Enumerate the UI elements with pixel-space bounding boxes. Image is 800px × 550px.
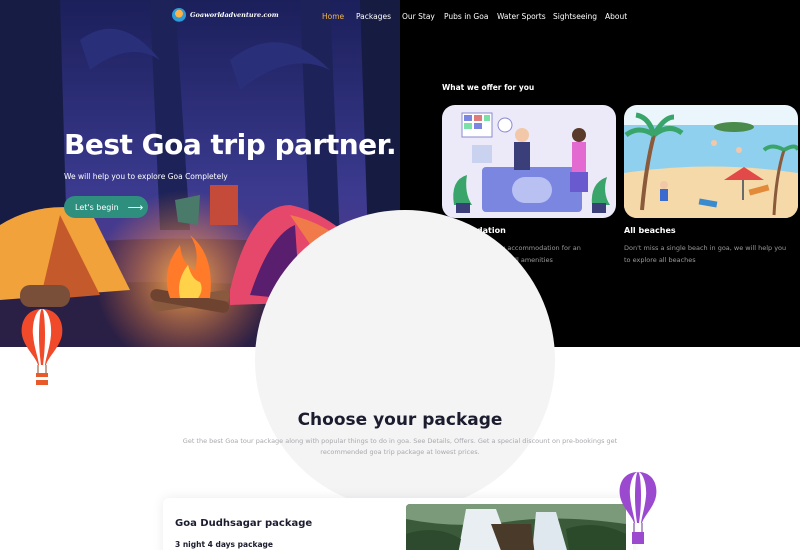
offers-heading: What we offer for you: [442, 83, 535, 92]
package-name[interactable]: Goa Dudhsagar package: [175, 518, 312, 529]
beach-illustration: [624, 105, 798, 218]
lets-begin-label: Let's begin: [75, 202, 119, 212]
package-duration: 3 night 4 days package: [175, 540, 274, 549]
packages-heading: Choose your package: [297, 410, 503, 430]
brand-logo[interactable]: Goaworldadventure.com: [172, 8, 279, 22]
waterfall-image: [406, 504, 626, 550]
top-navigation: Goaworldadventure.com Home Packages Our …: [0, 0, 800, 34]
beaches-title[interactable]: All beaches: [624, 226, 676, 235]
globe-logo-icon: [172, 8, 186, 22]
waterfall-photo[interactable]: [406, 504, 626, 550]
nav-item-pubs-in-goa[interactable]: Pubs in Goa: [444, 12, 488, 21]
lets-begin-button[interactable]: Let's begin ⟶: [64, 196, 148, 218]
nav-item-packages[interactable]: Packages: [356, 12, 391, 21]
brand-name: Goaworldadventure.com: [190, 11, 279, 19]
beaches-description: Don't miss a single beach in goa, we wil…: [624, 244, 787, 264]
packages-description: Get the best Goa tour package along with…: [182, 437, 618, 456]
nav-item-our-stay[interactable]: Our Stay: [402, 12, 435, 21]
hot-air-balloon-purple-icon: [619, 472, 657, 544]
hero-subtitle: We will help you to explore Goa Complete…: [64, 172, 228, 181]
nav-item-sightseeing[interactable]: Sightseeing: [553, 12, 597, 21]
arrow-right-icon: ⟶: [127, 200, 144, 214]
accommodation-image[interactable]: [442, 105, 616, 218]
beaches-image[interactable]: [624, 105, 798, 218]
nav-item-about[interactable]: About: [605, 12, 627, 21]
hot-air-balloon-red-icon: [21, 309, 63, 385]
package-card[interactable]: Goa Dudhsagar package 3 night 4 days pac…: [163, 498, 633, 550]
nav-item-home[interactable]: Home: [322, 12, 344, 21]
nav-item-water-sports[interactable]: Water Sports: [497, 12, 546, 21]
decorative-circle: [255, 210, 555, 510]
reception-illustration: [442, 105, 616, 218]
hero-title: Best Goa trip partner.: [64, 128, 397, 161]
